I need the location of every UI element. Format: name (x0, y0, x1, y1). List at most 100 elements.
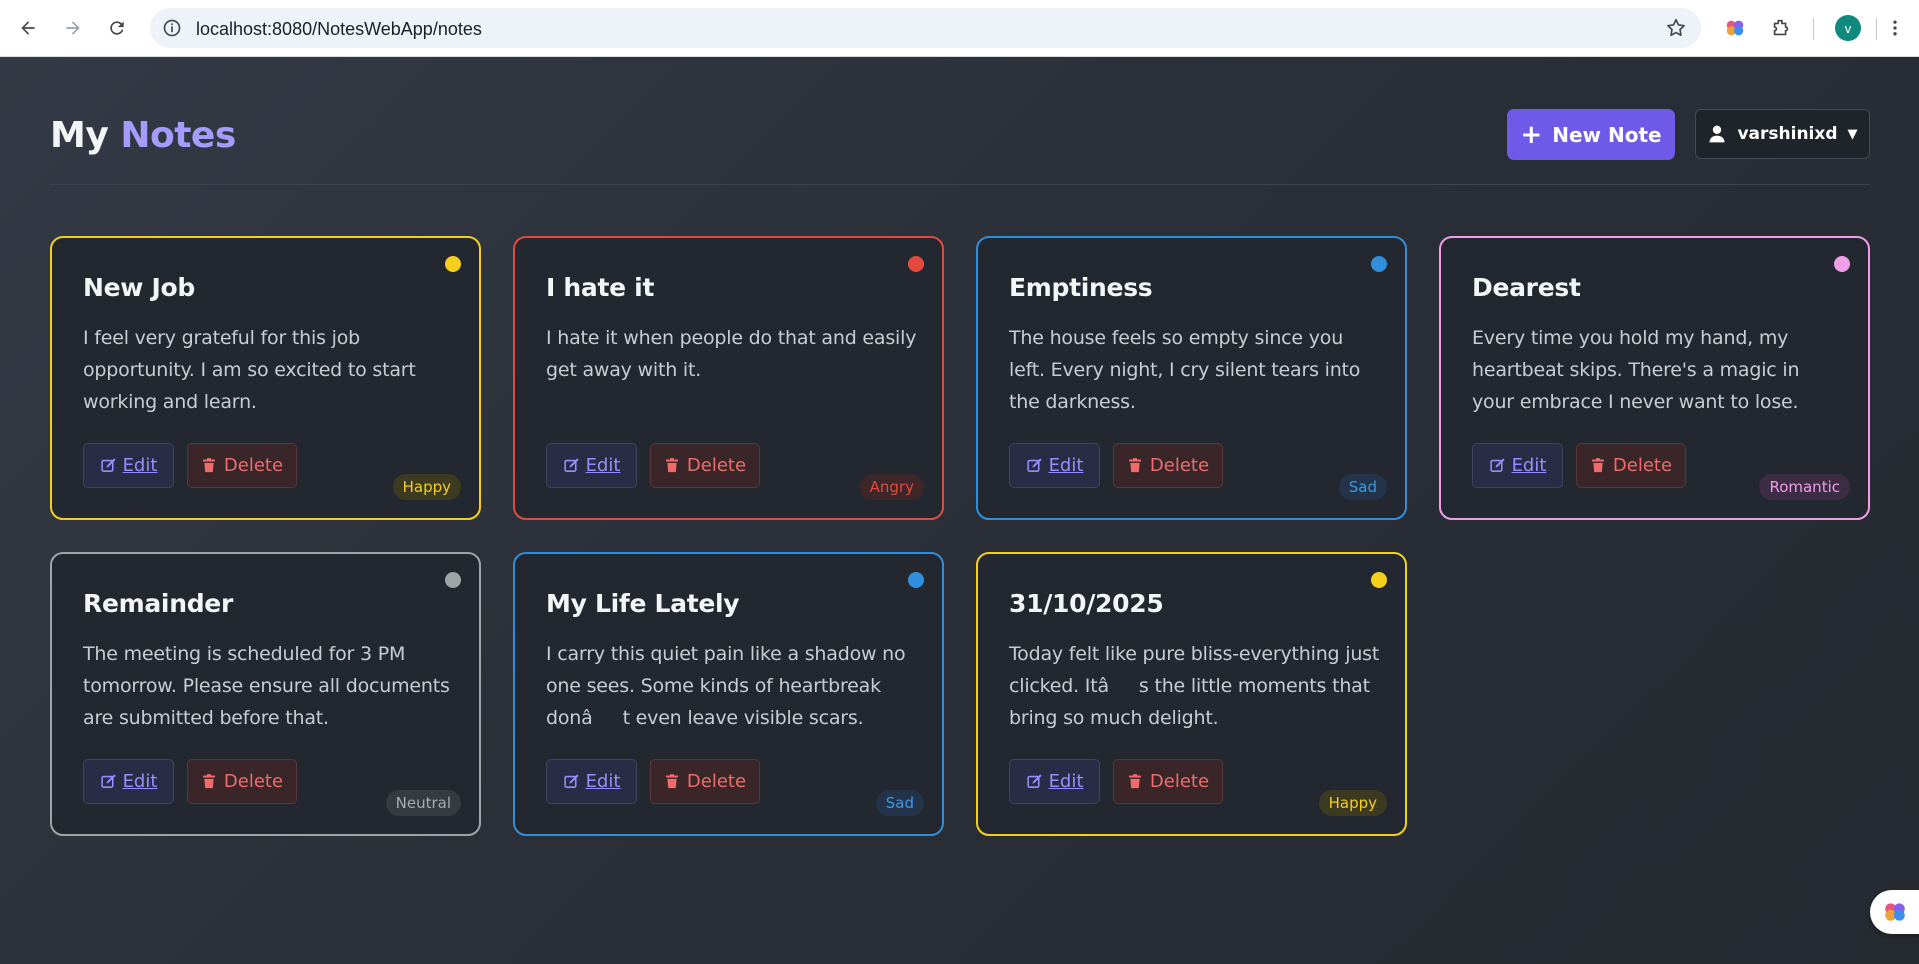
back-button[interactable] (12, 12, 44, 44)
note-card: New Job I feel very grateful for this jo… (50, 236, 481, 520)
note-title: Remainder (83, 589, 233, 618)
delete-button[interactable]: Delete (1113, 443, 1223, 488)
note-body: Every time you hold my hand, my heartbea… (1472, 327, 1800, 413)
forward-arrow-icon (66, 21, 80, 35)
edit-icon (100, 774, 116, 788)
extensions-button[interactable] (1766, 13, 1796, 43)
reload-icon (110, 21, 124, 35)
edit-button[interactable]: Edit (546, 759, 637, 804)
mood-badge: Happy (1318, 790, 1387, 816)
mood-badge: Neutral (385, 790, 461, 816)
edit-button[interactable]: Edit (1009, 759, 1100, 804)
delete-button[interactable]: Delete (187, 759, 297, 804)
note-body: Today felt like pure bliss-everything ju… (1009, 643, 1380, 729)
delete-label: Delete (686, 771, 747, 792)
trash-icon (202, 774, 215, 789)
mood-color-dot (1834, 256, 1850, 272)
edit-label: Edit (585, 455, 621, 476)
floating-assistant-button[interactable] (1870, 890, 1919, 934)
chevron-down-icon: ▼ (1847, 126, 1858, 142)
note-body: I feel very grateful for this job opport… (83, 327, 416, 413)
edit-button[interactable]: Edit (83, 443, 174, 488)
brain-extension-icon (1726, 20, 1744, 36)
edit-icon (563, 458, 579, 472)
note-card: Emptiness The house feels so empty since… (976, 236, 1407, 520)
notes-grid: New Job I feel very grateful for this jo… (50, 236, 1870, 836)
mood-badge: Happy (392, 474, 461, 500)
page-title-accent: Notes (120, 115, 236, 156)
note-title: I hate it (546, 273, 655, 302)
edit-button[interactable]: Edit (83, 759, 174, 804)
kebab-menu-icon (1893, 20, 1897, 36)
delete-button[interactable]: Delete (187, 443, 297, 488)
note-title: 31/10/2025 (1009, 589, 1164, 618)
bookmark-star-icon[interactable] (1665, 17, 1687, 39)
site-info-icon[interactable] (162, 18, 182, 38)
edit-icon (100, 458, 116, 472)
delete-button[interactable]: Delete (650, 759, 760, 804)
delete-label: Delete (1612, 455, 1673, 476)
plus-icon: + (1520, 119, 1543, 150)
edit-label: Edit (585, 771, 621, 792)
delete-label: Delete (1149, 771, 1210, 792)
user-menu-dropdown[interactable]: varshinixd ▼ (1695, 109, 1870, 159)
edit-icon (1026, 774, 1042, 788)
url-text[interactable]: localhost:8080/NotesWebApp/notes (196, 19, 482, 40)
note-title: Dearest (1472, 273, 1581, 302)
edit-icon (1489, 458, 1505, 472)
note-body: The meeting is scheduled for 3 PM tomorr… (83, 643, 450, 729)
header-divider (50, 184, 1870, 185)
edit-label: Edit (122, 771, 158, 792)
note-card: 31/10/2025 Today felt like pure bliss-ev… (976, 552, 1407, 836)
reload-button[interactable] (101, 12, 133, 44)
edit-label: Edit (1048, 455, 1084, 476)
edit-button[interactable]: Edit (546, 443, 637, 488)
delete-button[interactable]: Delete (1113, 759, 1223, 804)
trash-icon (1128, 458, 1141, 473)
edit-icon (563, 774, 579, 788)
delete-button[interactable]: Delete (1576, 443, 1686, 488)
edit-icon (1026, 458, 1042, 472)
mood-color-dot (445, 572, 461, 588)
brain-assistant-icon (1885, 903, 1905, 921)
back-arrow-icon (21, 21, 35, 35)
note-body: I carry this quiet pain like a shadow no… (546, 643, 906, 729)
mood-color-dot (1371, 256, 1387, 272)
trash-icon (202, 458, 215, 473)
note-card: My Life Lately I carry this quiet pain l… (513, 552, 944, 836)
toolbar-separator (1813, 18, 1814, 40)
delete-label: Delete (686, 455, 747, 476)
brain-extension-button[interactable] (1720, 13, 1750, 43)
browser-menu-button[interactable] (1880, 13, 1910, 43)
mood-color-dot (445, 256, 461, 272)
page-title-main: My (50, 115, 109, 156)
mood-color-dot (908, 256, 924, 272)
new-note-button[interactable]: + New Note (1507, 109, 1675, 160)
puzzle-icon (1773, 19, 1789, 36)
delete-label: Delete (1149, 455, 1210, 476)
mood-badge: Romantic (1759, 474, 1850, 500)
edit-button[interactable]: Edit (1472, 443, 1563, 488)
note-body: The house feels so empty since you left.… (1009, 327, 1361, 413)
mood-badge: Sad (1338, 474, 1387, 500)
note-title: Emptiness (1009, 273, 1153, 302)
note-card: I hate it I hate it when people do that … (513, 236, 944, 520)
edit-label: Edit (1511, 455, 1547, 476)
mood-badge: Angry (859, 474, 924, 500)
page-title: My Notes (50, 115, 236, 156)
delete-label: Delete (223, 455, 284, 476)
trash-icon (665, 774, 678, 789)
new-note-label: New Note (1552, 122, 1662, 147)
edit-button[interactable]: Edit (1009, 443, 1100, 488)
profile-avatar[interactable]: v (1835, 15, 1861, 41)
trash-icon (1591, 458, 1604, 473)
mood-badge: Sad (875, 790, 924, 816)
delete-button[interactable]: Delete (650, 443, 760, 488)
toolbar-separator (1876, 18, 1877, 40)
mood-color-dot (1371, 572, 1387, 588)
forward-button[interactable] (57, 12, 89, 44)
trash-icon (665, 458, 678, 473)
delete-label: Delete (223, 771, 284, 792)
address-bar[interactable]: localhost:8080/NotesWebApp/notes (150, 8, 1701, 48)
browser-toolbar: localhost:8080/NotesWebApp/notes v (0, 0, 1919, 57)
